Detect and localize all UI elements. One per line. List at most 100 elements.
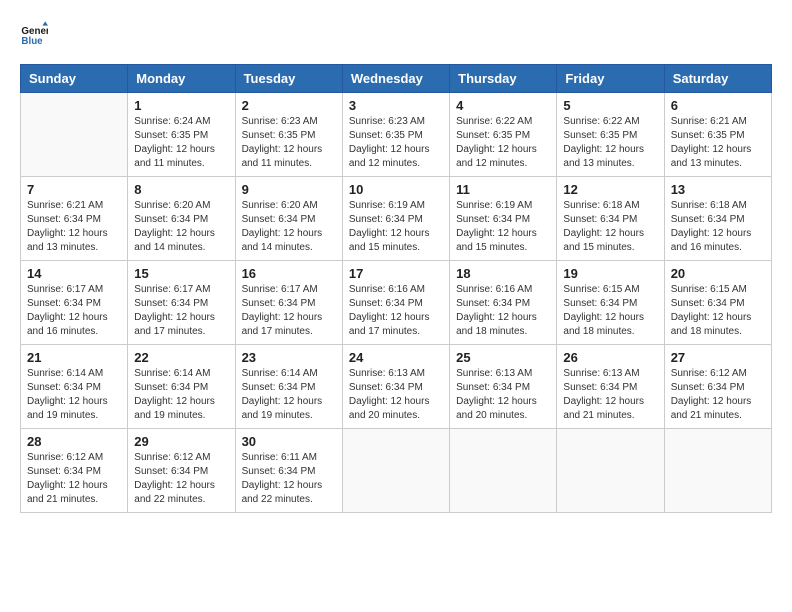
- page-header: General Blue: [20, 20, 772, 48]
- calendar-cell: 20 Sunrise: 6:15 AMSunset: 6:34 PMDayligh…: [664, 261, 771, 345]
- day-number: 4: [456, 98, 550, 113]
- calendar-cell: 5 Sunrise: 6:22 AMSunset: 6:35 PMDaylight…: [557, 93, 664, 177]
- day-info: Sunrise: 6:13 AMSunset: 6:34 PMDaylight:…: [349, 367, 443, 423]
- day-number: 25: [456, 350, 550, 365]
- day-number: 5: [563, 98, 657, 113]
- column-header-thursday: Thursday: [450, 65, 557, 93]
- day-number: 15: [134, 266, 228, 281]
- calendar-cell: 8 Sunrise: 6:20 AMSunset: 6:34 PMDaylight…: [128, 177, 235, 261]
- day-number: 9: [242, 182, 336, 197]
- day-info: Sunrise: 6:15 AMSunset: 6:34 PMDaylight:…: [563, 283, 657, 339]
- day-number: 14: [27, 266, 121, 281]
- day-info: Sunrise: 6:17 AMSunset: 6:34 PMDaylight:…: [134, 283, 228, 339]
- day-number: 21: [27, 350, 121, 365]
- calendar-cell: 19 Sunrise: 6:15 AMSunset: 6:34 PMDayligh…: [557, 261, 664, 345]
- day-info: Sunrise: 6:19 AMSunset: 6:34 PMDaylight:…: [349, 199, 443, 255]
- day-info: Sunrise: 6:20 AMSunset: 6:34 PMDaylight:…: [134, 199, 228, 255]
- day-number: 18: [456, 266, 550, 281]
- day-info: Sunrise: 6:18 AMSunset: 6:34 PMDaylight:…: [563, 199, 657, 255]
- day-number: 20: [671, 266, 765, 281]
- calendar-cell: 27 Sunrise: 6:12 AMSunset: 6:34 PMDayligh…: [664, 345, 771, 429]
- day-info: Sunrise: 6:20 AMSunset: 6:34 PMDaylight:…: [242, 199, 336, 255]
- day-info: Sunrise: 6:14 AMSunset: 6:34 PMDaylight:…: [27, 367, 121, 423]
- calendar-header-row: SundayMondayTuesdayWednesdayThursdayFrid…: [21, 65, 772, 93]
- logo-icon: General Blue: [20, 20, 48, 48]
- calendar-cell: 25 Sunrise: 6:13 AMSunset: 6:34 PMDayligh…: [450, 345, 557, 429]
- day-number: 24: [349, 350, 443, 365]
- calendar-cell: 12 Sunrise: 6:18 AMSunset: 6:34 PMDayligh…: [557, 177, 664, 261]
- day-info: Sunrise: 6:14 AMSunset: 6:34 PMDaylight:…: [134, 367, 228, 423]
- calendar-cell: 3Sunrise: 6:23 AMSunset: 6:35 PMDaylight…: [342, 93, 449, 177]
- calendar-cell: [557, 429, 664, 513]
- day-info: Sunrise: 6:21 AMSunset: 6:35 PMDaylight:…: [671, 115, 765, 171]
- column-header-sunday: Sunday: [21, 65, 128, 93]
- day-number: 27: [671, 350, 765, 365]
- column-header-tuesday: Tuesday: [235, 65, 342, 93]
- day-info: Sunrise: 6:17 AMSunset: 6:34 PMDaylight:…: [27, 283, 121, 339]
- calendar-cell: 30 Sunrise: 6:11 AMSunset: 6:34 PMDayligh…: [235, 429, 342, 513]
- day-number: 12: [563, 182, 657, 197]
- calendar-cell: 21 Sunrise: 6:14 AMSunset: 6:34 PMDayligh…: [21, 345, 128, 429]
- calendar-cell: 9 Sunrise: 6:20 AMSunset: 6:34 PMDaylight…: [235, 177, 342, 261]
- svg-text:Blue: Blue: [21, 36, 43, 47]
- calendar-cell: 14 Sunrise: 6:17 AMSunset: 6:34 PMDayligh…: [21, 261, 128, 345]
- calendar-cell: 17 Sunrise: 6:16 AMSunset: 6:34 PMDayligh…: [342, 261, 449, 345]
- calendar-cell: [450, 429, 557, 513]
- day-number: 30: [242, 434, 336, 449]
- calendar-week-row: 7Sunrise: 6:21 AMSunset: 6:34 PMDaylight…: [21, 177, 772, 261]
- column-header-monday: Monday: [128, 65, 235, 93]
- day-number: 23: [242, 350, 336, 365]
- column-header-friday: Friday: [557, 65, 664, 93]
- calendar-cell: 29Sunrise: 6:12 AMSunset: 6:34 PMDayligh…: [128, 429, 235, 513]
- day-info: Sunrise: 6:15 AMSunset: 6:34 PMDaylight:…: [671, 283, 765, 339]
- day-info: Sunrise: 6:18 AMSunset: 6:34 PMDaylight:…: [671, 199, 765, 255]
- day-info: Sunrise: 6:22 AMSunset: 6:35 PMDaylight:…: [563, 115, 657, 171]
- calendar-week-row: 1 Sunrise: 6:24 AMSunset: 6:35 PMDaylight…: [21, 93, 772, 177]
- logo: General Blue: [20, 20, 52, 48]
- calendar-week-row: 14 Sunrise: 6:17 AMSunset: 6:34 PMDayligh…: [21, 261, 772, 345]
- day-number: 22: [134, 350, 228, 365]
- calendar-cell: [21, 93, 128, 177]
- calendar-cell: 16Sunrise: 6:17 AMSunset: 6:34 PMDayligh…: [235, 261, 342, 345]
- day-number: 13: [671, 182, 765, 197]
- calendar-week-row: 21 Sunrise: 6:14 AMSunset: 6:34 PMDayligh…: [21, 345, 772, 429]
- day-number: 2: [242, 98, 336, 113]
- day-number: 7: [27, 182, 121, 197]
- calendar-table: SundayMondayTuesdayWednesdayThursdayFrid…: [20, 64, 772, 513]
- calendar-cell: 18 Sunrise: 6:16 AMSunset: 6:34 PMDayligh…: [450, 261, 557, 345]
- calendar-cell: 10 Sunrise: 6:19 AMSunset: 6:34 PMDayligh…: [342, 177, 449, 261]
- calendar-cell: 28 Sunrise: 6:12 AMSunset: 6:34 PMDayligh…: [21, 429, 128, 513]
- day-info: Sunrise: 6:16 AMSunset: 6:34 PMDaylight:…: [349, 283, 443, 339]
- day-number: 6: [671, 98, 765, 113]
- calendar-cell: 26 Sunrise: 6:13 AMSunset: 6:34 PMDayligh…: [557, 345, 664, 429]
- day-info: Sunrise: 6:16 AMSunset: 6:34 PMDaylight:…: [456, 283, 550, 339]
- calendar-cell: 1 Sunrise: 6:24 AMSunset: 6:35 PMDaylight…: [128, 93, 235, 177]
- day-number: 28: [27, 434, 121, 449]
- calendar-cell: [664, 429, 771, 513]
- day-info: Sunrise: 6:24 AMSunset: 6:35 PMDaylight:…: [134, 115, 228, 171]
- column-header-wednesday: Wednesday: [342, 65, 449, 93]
- day-info: Sunrise: 6:13 AMSunset: 6:34 PMDaylight:…: [456, 367, 550, 423]
- day-info: Sunrise: 6:12 AMSunset: 6:34 PMDaylight:…: [27, 451, 121, 507]
- day-number: 17: [349, 266, 443, 281]
- day-number: 10: [349, 182, 443, 197]
- calendar-cell: 11Sunrise: 6:19 AMSunset: 6:34 PMDayligh…: [450, 177, 557, 261]
- calendar-cell: 6 Sunrise: 6:21 AMSunset: 6:35 PMDaylight…: [664, 93, 771, 177]
- day-info: Sunrise: 6:23 AMSunset: 6:35 PMDaylight:…: [242, 115, 336, 171]
- day-number: 29: [134, 434, 228, 449]
- calendar-cell: 13 Sunrise: 6:18 AMSunset: 6:34 PMDayligh…: [664, 177, 771, 261]
- day-number: 8: [134, 182, 228, 197]
- calendar-cell: 4Sunrise: 6:22 AMSunset: 6:35 PMDaylight…: [450, 93, 557, 177]
- calendar-cell: [342, 429, 449, 513]
- day-info: Sunrise: 6:11 AMSunset: 6:34 PMDaylight:…: [242, 451, 336, 507]
- calendar-cell: 24 Sunrise: 6:13 AMSunset: 6:34 PMDayligh…: [342, 345, 449, 429]
- day-info: Sunrise: 6:13 AMSunset: 6:34 PMDaylight:…: [563, 367, 657, 423]
- day-number: 1: [134, 98, 228, 113]
- day-number: 11: [456, 182, 550, 197]
- day-info: Sunrise: 6:12 AMSunset: 6:34 PMDaylight:…: [671, 367, 765, 423]
- calendar-cell: 15 Sunrise: 6:17 AMSunset: 6:34 PMDayligh…: [128, 261, 235, 345]
- calendar-cell: 22 Sunrise: 6:14 AMSunset: 6:34 PMDayligh…: [128, 345, 235, 429]
- day-number: 26: [563, 350, 657, 365]
- calendar-cell: 23Sunrise: 6:14 AMSunset: 6:34 PMDayligh…: [235, 345, 342, 429]
- day-number: 19: [563, 266, 657, 281]
